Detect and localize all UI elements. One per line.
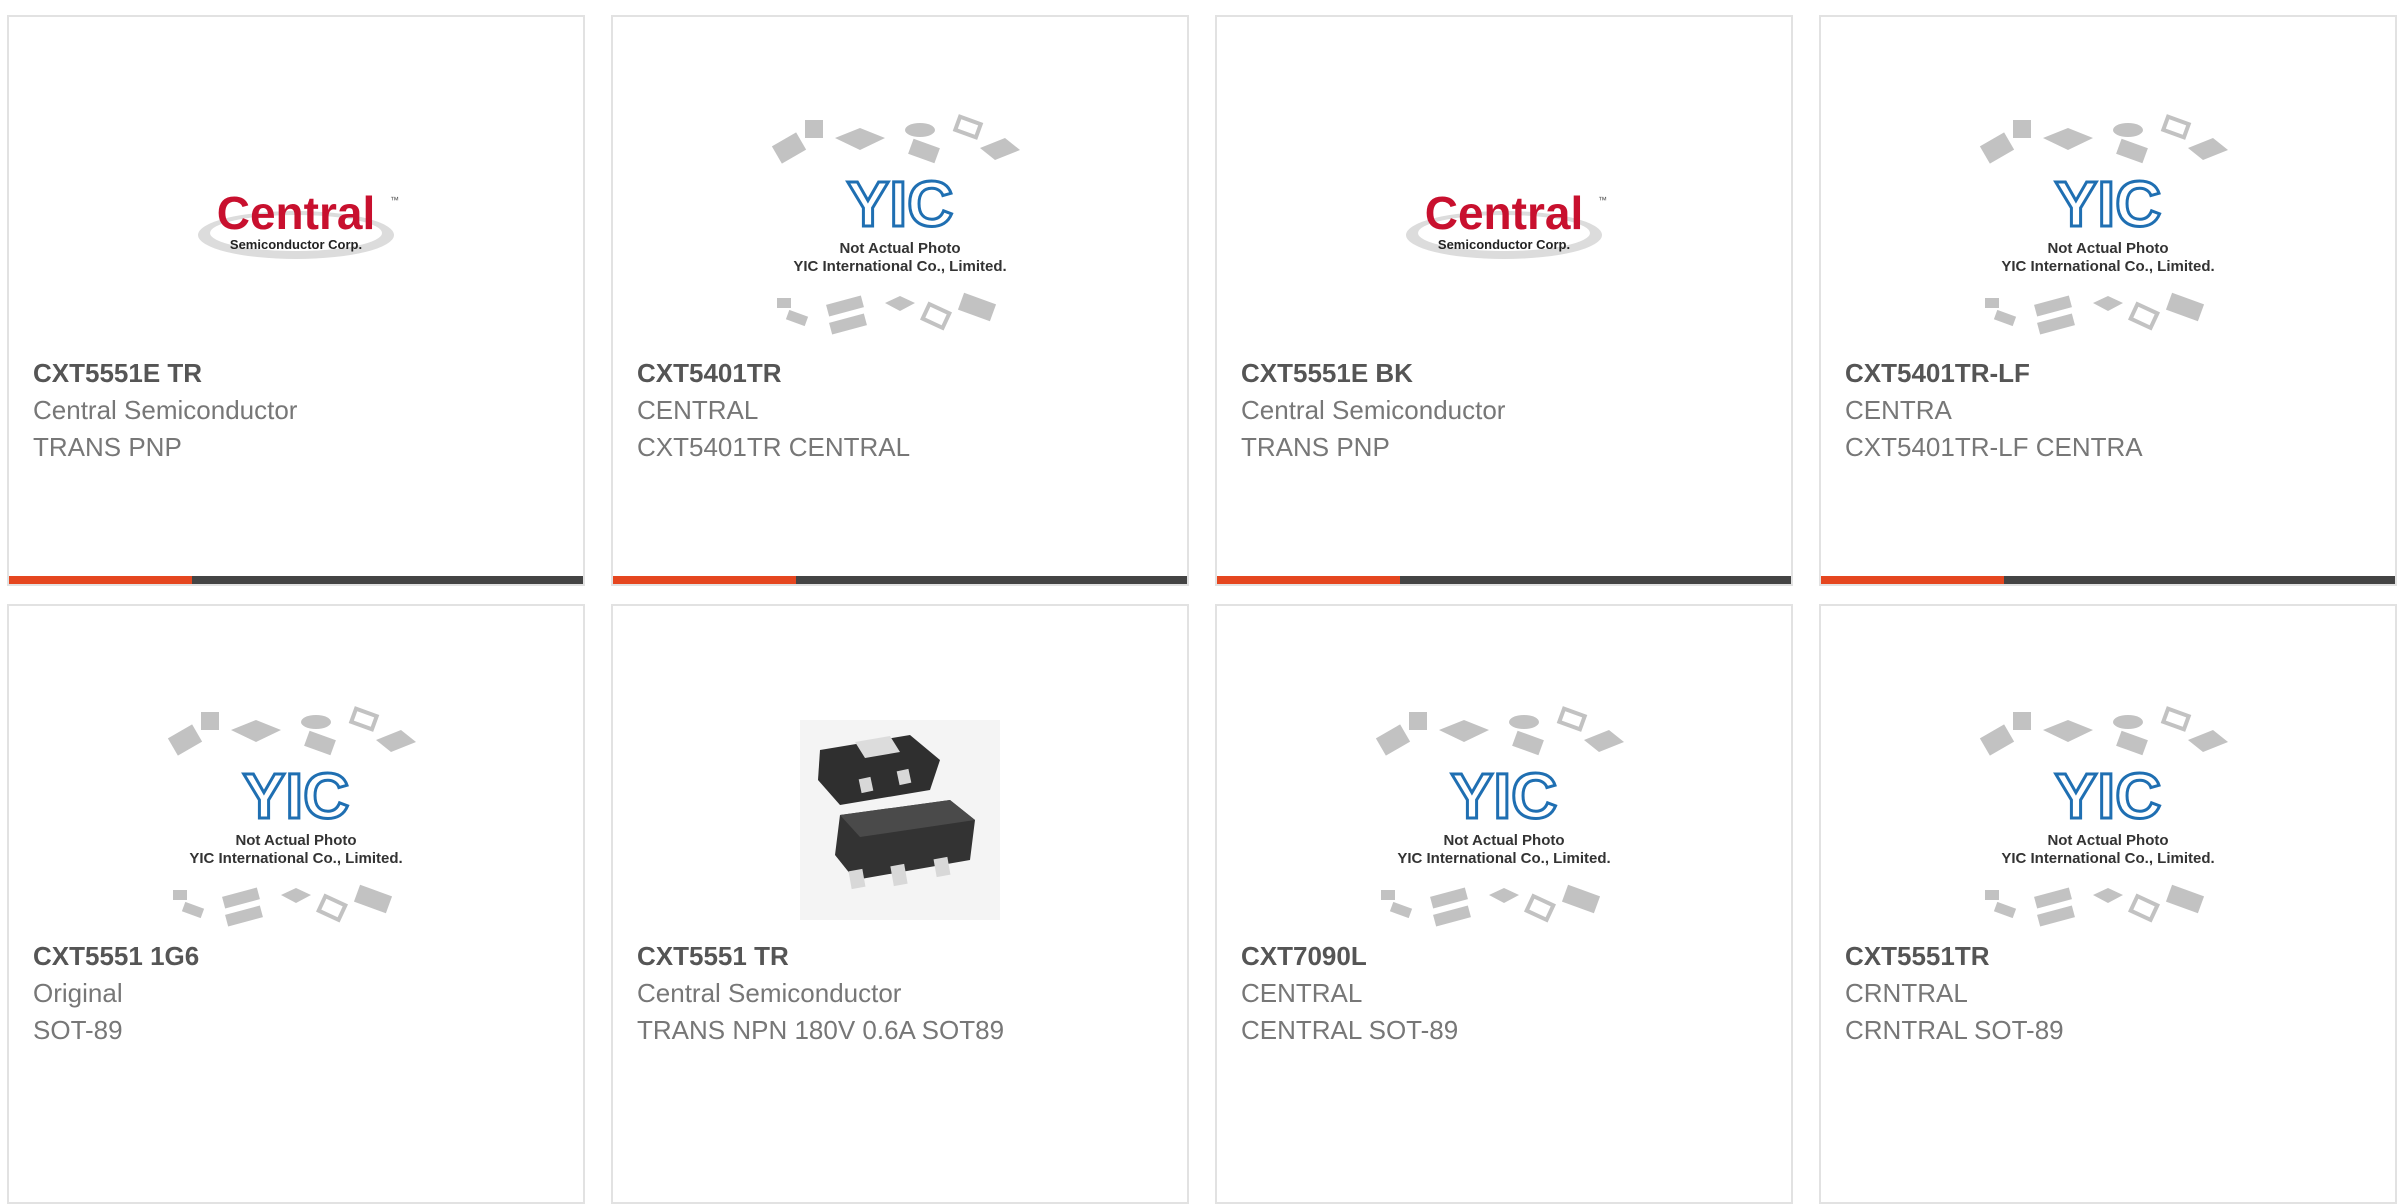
manufacturer: CENTRAL xyxy=(1241,978,1363,1008)
card-bottom-bar xyxy=(613,576,1187,584)
yic-placeholder-image: YIC Not Actual Photo YIC International C… xyxy=(1979,114,2228,335)
central-logo-text: Central xyxy=(1425,187,1583,239)
yic-placeholder-image: YIC Not Actual Photo YIC International C… xyxy=(167,706,416,927)
svg-text:YIC International Co., Limited: YIC International Co., Limited. xyxy=(189,850,402,867)
description: CENTRAL SOT-89 xyxy=(1241,1015,1459,1045)
card-bottom-bar xyxy=(9,576,583,584)
description: TRANS NPN 180V 0.6A SOT89 xyxy=(637,1015,1005,1045)
svg-text:YIC International Co., Limited: YIC International Co., Limited. xyxy=(2001,850,2214,867)
svg-text:Not Actual Photo: Not Actual Photo xyxy=(839,240,960,257)
product-image[interactable]: YIC Not Actual Photo YIC International C… xyxy=(1821,689,2395,951)
product-image[interactable]: Central ™ Semiconductor Corp. xyxy=(9,97,583,359)
description: CRNTRAL SOT-89 xyxy=(1845,1015,2064,1045)
description: TRANS PNP xyxy=(33,432,182,462)
svg-text:Semiconductor Corp.: Semiconductor Corp. xyxy=(1438,237,1570,252)
product-image[interactable]: YIC Not Actual Photo YIC International C… xyxy=(1217,689,1791,951)
product-card[interactable]: YIC Not Actual Photo YIC International C… xyxy=(611,15,1189,586)
product-image[interactable]: Central ™ Semiconductor Corp. xyxy=(1217,97,1791,359)
yic-logo: YIC xyxy=(2055,168,2162,240)
product-card[interactable]: CXT5551 TR Central Semiconductor TRANS N… xyxy=(611,604,1189,1204)
product-image[interactable]: YIC Not Actual Photo YIC International C… xyxy=(9,689,583,951)
svg-text:Not Actual Photo: Not Actual Photo xyxy=(2047,832,2168,849)
product-card[interactable]: YIC Not Actual Photo YIC International C… xyxy=(7,604,585,1204)
description: CXT5401TR CENTRAL xyxy=(637,432,911,462)
yic-placeholder-image: YIC Not Actual Photo YIC International C… xyxy=(1979,706,2228,927)
manufacturer: Central Semiconductor xyxy=(637,978,902,1008)
svg-text:Not Actual Photo: Not Actual Photo xyxy=(1443,832,1564,849)
yic-placeholder-image: YIC Not Actual Photo YIC International C… xyxy=(1375,706,1624,927)
yic-logo: YIC xyxy=(1451,760,1558,832)
product-image[interactable] xyxy=(613,689,1187,951)
manufacturer: CENTRAL xyxy=(637,395,759,425)
svg-text:™: ™ xyxy=(390,195,399,205)
product-grid: Central ™ Semiconductor Corp. CXT5551E T… xyxy=(0,0,2400,1204)
manufacturer: CRNTRAL xyxy=(1845,978,1968,1008)
svg-text:™: ™ xyxy=(1598,195,1607,205)
svg-text:YIC International Co., Limited: YIC International Co., Limited. xyxy=(1397,850,1610,867)
svg-text:YIC International Co., Limited: YIC International Co., Limited. xyxy=(2001,258,2214,275)
svg-text:Semiconductor Corp.: Semiconductor Corp. xyxy=(230,237,362,252)
manufacturer: Central Semiconductor xyxy=(1241,395,1506,425)
part-number[interactable]: CXT5551E BK xyxy=(1241,354,1771,392)
part-number[interactable]: CXT5551TR xyxy=(1845,937,2375,975)
yic-logo: YIC xyxy=(847,168,954,240)
part-number[interactable]: CXT5401TR xyxy=(637,354,1167,392)
central-logo: Central ™ Semiconductor Corp. xyxy=(198,187,399,259)
product-card[interactable]: YIC Not Actual Photo YIC International C… xyxy=(1819,604,2397,1204)
part-number[interactable]: CXT5401TR-LF xyxy=(1845,354,2375,392)
product-image[interactable]: YIC Not Actual Photo YIC International C… xyxy=(613,97,1187,359)
manufacturer: Central Semiconductor xyxy=(33,395,298,425)
product-card[interactable]: YIC Not Actual Photo YIC International C… xyxy=(1215,604,1793,1204)
product-image[interactable]: YIC Not Actual Photo YIC International C… xyxy=(1821,97,2395,359)
yic-logo: YIC xyxy=(2055,760,2162,832)
part-number[interactable]: CXT5551 1G6 xyxy=(33,937,563,975)
central-logo: Central ™ Semiconductor Corp. xyxy=(1406,187,1607,259)
manufacturer: Original xyxy=(33,978,123,1008)
card-bottom-bar xyxy=(1821,576,2395,584)
part-number[interactable]: CXT7090L xyxy=(1241,937,1771,975)
central-logo-text: Central xyxy=(217,187,375,239)
part-number[interactable]: CXT5551E TR xyxy=(33,354,563,392)
description: CXT5401TR-LF CENTRA xyxy=(1845,432,2143,462)
description: TRANS PNP xyxy=(1241,432,1390,462)
yic-logo: YIC xyxy=(243,760,350,832)
yic-placeholder-image: YIC Not Actual Photo YIC International C… xyxy=(771,114,1020,335)
description: SOT-89 xyxy=(33,1015,123,1045)
card-bottom-bar xyxy=(1217,576,1791,584)
product-card[interactable]: YIC Not Actual Photo YIC International C… xyxy=(1819,15,2397,586)
part-number[interactable]: CXT5551 TR xyxy=(637,937,1167,975)
svg-text:Not Actual Photo: Not Actual Photo xyxy=(235,832,356,849)
svg-text:YIC International Co., Limited: YIC International Co., Limited. xyxy=(793,258,1006,275)
product-card[interactable]: Central ™ Semiconductor Corp. CXT5551E B… xyxy=(1215,15,1793,586)
product-card[interactable]: Central ™ Semiconductor Corp. CXT5551E T… xyxy=(7,15,585,586)
sot89-package-photo xyxy=(800,720,1000,920)
svg-text:Not Actual Photo: Not Actual Photo xyxy=(2047,240,2168,257)
manufacturer: CENTRA xyxy=(1845,395,1952,425)
